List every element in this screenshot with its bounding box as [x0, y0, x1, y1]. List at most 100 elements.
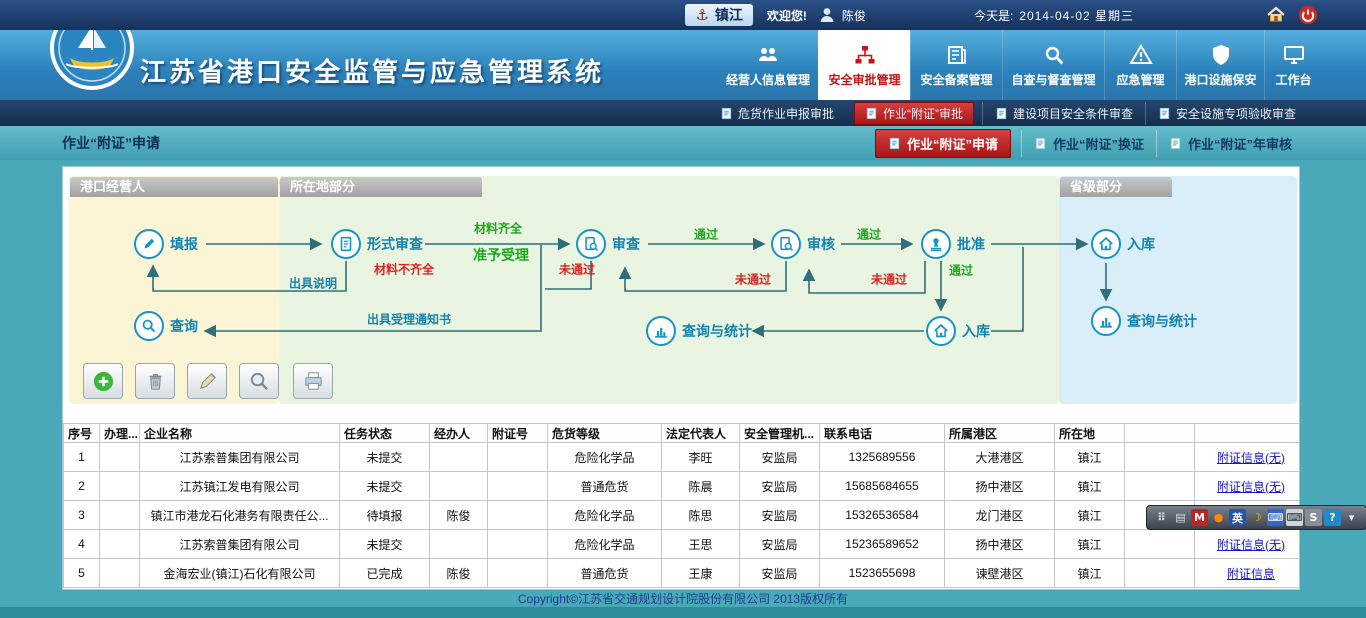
cell [430, 443, 488, 472]
flow-node-label: 形式审查 [367, 234, 423, 254]
pencil-icon [134, 229, 164, 259]
records-table: 序号办理...企业名称任务状态经办人附证号危货等级法定代表人安全管理机...联系… [63, 423, 1300, 588]
subnav-item-label: 作业“附证”审批 [883, 105, 963, 122]
cell [100, 501, 140, 530]
cell: 2 [64, 472, 100, 501]
cell: 陈思 [662, 501, 740, 530]
search-button[interactable] [239, 363, 279, 399]
cert-info-link[interactable]: 附证信息 [1227, 567, 1275, 581]
nav-tab-5[interactable]: 港口设施保安 [1176, 30, 1264, 100]
house-icon [926, 316, 956, 346]
keyboard-blue-icon[interactable]: ⌨ [1267, 509, 1284, 526]
nav-tab-3[interactable]: 自查与督查管理 [1002, 30, 1104, 100]
cert-info-link[interactable]: 附证信息(无) [1217, 451, 1285, 465]
cell: 附证信息(无) [1195, 530, 1301, 559]
grid-icon[interactable]: ▤ [1172, 509, 1189, 526]
nav-tab-0[interactable]: 经营人信息管理 [718, 30, 818, 100]
collapse-icon[interactable]: ▾ [1343, 509, 1360, 526]
col-header-12 [1125, 424, 1195, 443]
cell [100, 443, 140, 472]
nav-tab-6[interactable]: 工作台 [1264, 30, 1322, 100]
home-icon[interactable] [1266, 5, 1286, 25]
document-icon [720, 107, 733, 120]
table-row: 5金海宏业(镇江)石化有限公司已完成陈俊普通危货王康安监局1523655698谏… [64, 559, 1301, 588]
subnav: 危货作业申报审批 作业“附证”审批 建设项目安全条件审查 安全设施专项验收审查 [0, 100, 1366, 126]
application-window: ⚓ 镇江 欢迎您! 陈俊 今天是: 2014-04-02 星期三 江苏省港口安全… [0, 0, 1366, 618]
flow-node-label: 审查 [612, 234, 640, 254]
drag-handle-icon[interactable]: ⠿ [1153, 509, 1170, 526]
ime-ball-icon[interactable]: ● [1210, 509, 1227, 526]
language-bar[interactable]: ⠿▤M●英☽⌨⌨S?▾ [1146, 505, 1366, 530]
cell: 扬中港区 [945, 530, 1055, 559]
cell: 5 [64, 559, 100, 588]
nav-tab-label: 安全审批管理 [828, 71, 900, 88]
cell [488, 443, 548, 472]
col-header-9: 联系电话 [820, 424, 945, 443]
edge-label: 未通过 [735, 271, 771, 288]
cell [1125, 472, 1195, 501]
nav-tab-2[interactable]: 安全备案管理 [910, 30, 1002, 100]
orgchart-icon [853, 43, 877, 67]
ime-lang-icon[interactable]: 英 [1229, 509, 1246, 526]
nav-tab-1[interactable]: 安全审批管理 [818, 30, 910, 100]
ime-m-icon[interactable]: M [1191, 509, 1208, 526]
subnav-item-3[interactable]: 安全设施专项验收审查 [1145, 102, 1308, 125]
username: 陈俊 [842, 7, 866, 24]
cell: 15236589652 [820, 530, 945, 559]
subnav-items: 危货作业申报审批 作业“附证”审批 建设项目安全条件审查 安全设施专项验收审查 [708, 102, 1308, 125]
band-tab-2[interactable]: 作业“附证”年审核 [1156, 130, 1304, 157]
cell: 陈俊 [430, 559, 488, 588]
cell: 安监局 [740, 501, 820, 530]
cell: 镇江 [1055, 559, 1125, 588]
band-tabs: 作业“附证”申请作业“附证”换证作业“附证”年审核 [875, 129, 1304, 158]
cell [100, 530, 140, 559]
cell: 待填报 [340, 501, 430, 530]
nav-tab-4[interactable]: 应急管理 [1104, 30, 1176, 100]
subnav-item-2[interactable]: 建设项目安全条件审查 [982, 102, 1145, 125]
cell [430, 530, 488, 559]
cell: 镇江市港龙石化港务有限责任公... [140, 501, 340, 530]
subnav-item-1[interactable]: 作业“附证”审批 [854, 102, 974, 125]
flow-node-ruku_s: 入库 [926, 316, 990, 346]
keyboard-icon[interactable]: ⌨ [1286, 509, 1303, 526]
cell [488, 501, 548, 530]
date-text: 2014-04-02 星期三 [1019, 7, 1134, 24]
ime-moon-icon[interactable]: ☽ [1248, 509, 1265, 526]
cell: 镇江 [1055, 443, 1125, 472]
cell [1125, 530, 1195, 559]
subnav-item-label: 安全设施专项验收审查 [1176, 105, 1296, 122]
cell [488, 559, 548, 588]
col-header-0: 序号 [64, 424, 100, 443]
cert-info-link[interactable]: 附证信息(无) [1217, 480, 1285, 494]
band-tab-0[interactable]: 作业“附证”申请 [875, 129, 1011, 158]
flow-node-tianbao: 填报 [134, 229, 198, 259]
cell: 李旺 [662, 443, 740, 472]
power-icon[interactable] [1298, 5, 1318, 25]
edge-label: 通过 [857, 226, 881, 243]
header: 江苏省港口安全监管与应急管理系统 经营人信息管理安全审批管理安全备案管理自查与督… [0, 30, 1366, 100]
cell: 大港港区 [945, 443, 1055, 472]
subnav-item-0[interactable]: 危货作业申报审批 [708, 102, 846, 125]
edit-button[interactable] [187, 363, 227, 399]
cell: 未提交 [340, 530, 430, 559]
top-bar: ⚓ 镇江 欢迎您! 陈俊 今天是: 2014-04-02 星期三 [0, 0, 1366, 30]
band-tab-1[interactable]: 作业“附证”换证 [1021, 130, 1156, 157]
tool-icon[interactable]: S [1305, 509, 1322, 526]
chart-icon [1091, 306, 1121, 336]
cell: 陈俊 [430, 501, 488, 530]
cell [1125, 443, 1195, 472]
flow-node-label: 审核 [807, 234, 835, 254]
copyright-text: Copyright©江苏省交通规划设计院股份有限公司 2013版权所有 [518, 590, 848, 607]
flow-section-title-0: 港口经营人 [70, 177, 278, 197]
cell [488, 472, 548, 501]
print-button[interactable] [293, 363, 333, 399]
help-icon[interactable]: ? [1324, 509, 1341, 526]
cell: 谏壁港区 [945, 559, 1055, 588]
cert-info-link[interactable]: 附证信息(无) [1217, 538, 1285, 552]
cell: 安监局 [740, 530, 820, 559]
flow-node-label: 批准 [957, 234, 985, 254]
add-button[interactable] [83, 363, 123, 399]
cell: 危险化学品 [548, 443, 662, 472]
delete-button[interactable] [135, 363, 175, 399]
cell: 镇江 [1055, 501, 1125, 530]
